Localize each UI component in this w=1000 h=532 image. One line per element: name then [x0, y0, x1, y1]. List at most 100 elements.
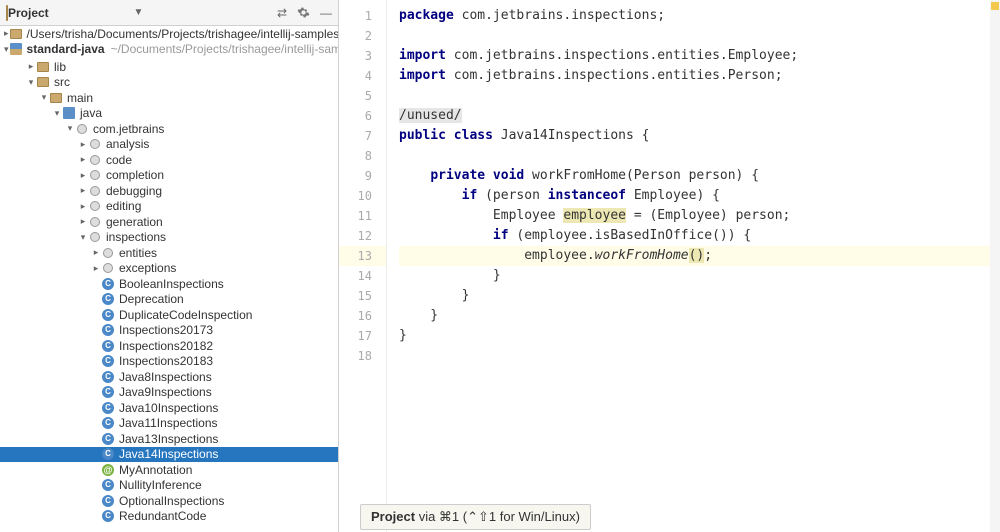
tree-item-generation[interactable]: ▸ generation: [0, 214, 338, 230]
tree-item-com-jetbrains[interactable]: ▾ com.jetbrains: [0, 121, 338, 137]
code-line-14[interactable]: }: [399, 266, 990, 286]
pkg-icon: [101, 261, 115, 275]
expand-arrow[interactable]: ▸: [78, 139, 88, 150]
editor-gutter[interactable]: 123456789101112131415161718: [339, 0, 387, 532]
class-icon: C: [101, 401, 115, 415]
tree-item-exceptions[interactable]: ▸ exceptions: [0, 261, 338, 277]
tree-item-debugging[interactable]: ▸debugging: [0, 183, 338, 199]
expand-arrow[interactable]: ▸: [78, 154, 88, 165]
tree-item-duplicatecodeinspection[interactable]: CDuplicateCodeInspection: [0, 307, 338, 323]
folder-icon: [36, 75, 50, 89]
project-sidebar: Project ▼ ⇄ — ▸ /Users/trisha/Documents/…: [0, 0, 339, 532]
code-line-11[interactable]: Employee employee = (Employee) person;: [399, 206, 990, 226]
tree-item-label: generation: [106, 215, 163, 229]
class-icon: C: [101, 323, 115, 337]
tree-item-src[interactable]: ▾src: [0, 75, 338, 91]
dropdown-icon[interactable]: ▼: [134, 7, 144, 18]
expand-arrow[interactable]: ▸: [91, 247, 101, 258]
tree-item-label: com.jetbrains: [93, 122, 164, 136]
tree-item-label: OptionalInspections: [119, 494, 224, 508]
tree-item-completion[interactable]: ▸completion: [0, 168, 338, 184]
module-icon: [62, 106, 76, 120]
tree-item-analysis[interactable]: ▸analysis: [0, 137, 338, 153]
tree-item-inspections[interactable]: ▾inspections: [0, 230, 338, 246]
tree-item-myannotation[interactable]: @MyAnnotation: [0, 462, 338, 478]
module-row[interactable]: ▾ standard-java ~/Documents/Projects/tri…: [0, 42, 338, 58]
code-line-2[interactable]: [399, 26, 990, 46]
code-line-13[interactable]: employee.workFromHome();: [399, 246, 990, 266]
tree-item-entities[interactable]: ▸ entities: [0, 245, 338, 261]
tree-item-java9inspections[interactable]: CJava9Inspections: [0, 385, 338, 401]
tree-item-java[interactable]: ▾java: [0, 106, 338, 122]
sidebar-title[interactable]: Project: [8, 6, 132, 20]
expand-arrow[interactable]: ▾: [26, 77, 36, 88]
tree-item-label: Java11Inspections: [119, 416, 218, 430]
project-tree[interactable]: ▸lib▾src▾main▾java▾com.jetbrains▸analysi…: [0, 57, 338, 532]
code-line-17[interactable]: }: [399, 326, 990, 346]
code-line-10[interactable]: if (person instanceof Employee) {: [399, 186, 990, 206]
tree-item-nullityinference[interactable]: CNullityInference: [0, 478, 338, 494]
code-line-8[interactable]: [399, 146, 990, 166]
tree-item-java14inspections[interactable]: CJava14Inspections: [0, 447, 338, 463]
warning-marker[interactable]: [991, 2, 999, 10]
tree-item-deprecation[interactable]: CDeprecation: [0, 292, 338, 308]
tree-item-label: entities: [119, 246, 157, 260]
tree-item-editing[interactable]: ▸editing: [0, 199, 338, 215]
tree-item-redundantcode[interactable]: CRedundantCode: [0, 509, 338, 525]
code-line-3[interactable]: import com.jetbrains.inspections.entitie…: [399, 46, 990, 66]
code-line-15[interactable]: }: [399, 286, 990, 306]
tree-item-label: Java10Inspections: [119, 401, 218, 415]
expand-arrow[interactable]: ▾: [39, 92, 49, 103]
tree-item-java11inspections[interactable]: CJava11Inspections: [0, 416, 338, 432]
class-icon: C: [101, 370, 115, 384]
code-line-6[interactable]: /unused/: [399, 106, 990, 126]
expand-arrow[interactable]: ▸: [91, 263, 101, 274]
class-icon: C: [101, 432, 115, 446]
tree-item-label: exceptions: [119, 261, 176, 275]
code-line-9[interactable]: private void workFromHome(Person person)…: [399, 166, 990, 186]
expand-arrow[interactable]: ▾: [52, 108, 62, 119]
expand-arrow[interactable]: ▸: [78, 170, 88, 181]
code-line-1[interactable]: package com.jetbrains.inspections;: [399, 6, 990, 26]
tree-item-optionalinspections[interactable]: COptionalInspections: [0, 493, 338, 509]
tree-item-lib[interactable]: ▸lib: [0, 59, 338, 75]
tree-item-label: MyAnnotation: [119, 463, 192, 477]
expand-arrow[interactable]: ▸: [26, 61, 36, 72]
tree-item-label: main: [67, 91, 93, 105]
expand-arrow[interactable]: ▸: [78, 201, 88, 212]
tree-item-label: BooleanInspections: [119, 277, 224, 291]
tree-item-main[interactable]: ▾ main: [0, 90, 338, 106]
tree-item-inspections20173[interactable]: CInspections20173: [0, 323, 338, 339]
tree-item-code[interactable]: ▸code: [0, 152, 338, 168]
tree-item-inspections20182[interactable]: CInspections20182: [0, 338, 338, 354]
error-stripe[interactable]: [990, 0, 1000, 532]
code-line-5[interactable]: [399, 86, 990, 106]
expand-arrow[interactable]: ▾: [78, 232, 88, 243]
class-icon: C: [101, 509, 115, 523]
tree-item-java10inspections[interactable]: C Java10Inspections: [0, 400, 338, 416]
folder-icon: [36, 60, 50, 74]
code-line-12[interactable]: if (employee.isBasedInOffice()) {: [399, 226, 990, 246]
path-row[interactable]: ▸ /Users/trisha/Documents/Projects/trish…: [0, 26, 338, 42]
tree-item-java13inspections[interactable]: C Java13Inspections: [0, 431, 338, 447]
class-icon: C: [101, 292, 115, 306]
pkg-icon: [88, 199, 102, 213]
tree-item-inspections20183[interactable]: CInspections20183: [0, 354, 338, 370]
code-line-7[interactable]: public class Java14Inspections {: [399, 126, 990, 146]
code-line-16[interactable]: }: [399, 306, 990, 326]
editor-code[interactable]: package com.jetbrains.inspections; import…: [387, 0, 990, 532]
hide-icon[interactable]: —: [320, 6, 332, 20]
class-icon: C: [101, 308, 115, 322]
expand-arrow[interactable]: ▸: [78, 216, 88, 227]
settings-icon[interactable]: [297, 6, 310, 19]
locate-icon[interactable]: ⇄: [277, 6, 287, 20]
class-icon: C: [101, 385, 115, 399]
expand-arrow[interactable]: ▸: [78, 185, 88, 196]
code-line-4[interactable]: import com.jetbrains.inspections.entitie…: [399, 66, 990, 86]
tree-item-java8inspections[interactable]: CJava8Inspections: [0, 369, 338, 385]
tip-popup: Project Project via ⌘1 (⌃⇧1 for Win/Linu…: [360, 504, 591, 530]
tree-item-label: Java13Inspections: [119, 432, 218, 446]
expand-arrow[interactable]: ▾: [65, 123, 75, 134]
tree-item-booleaninspections[interactable]: CBooleanInspections: [0, 276, 338, 292]
code-line-18[interactable]: [399, 346, 990, 366]
